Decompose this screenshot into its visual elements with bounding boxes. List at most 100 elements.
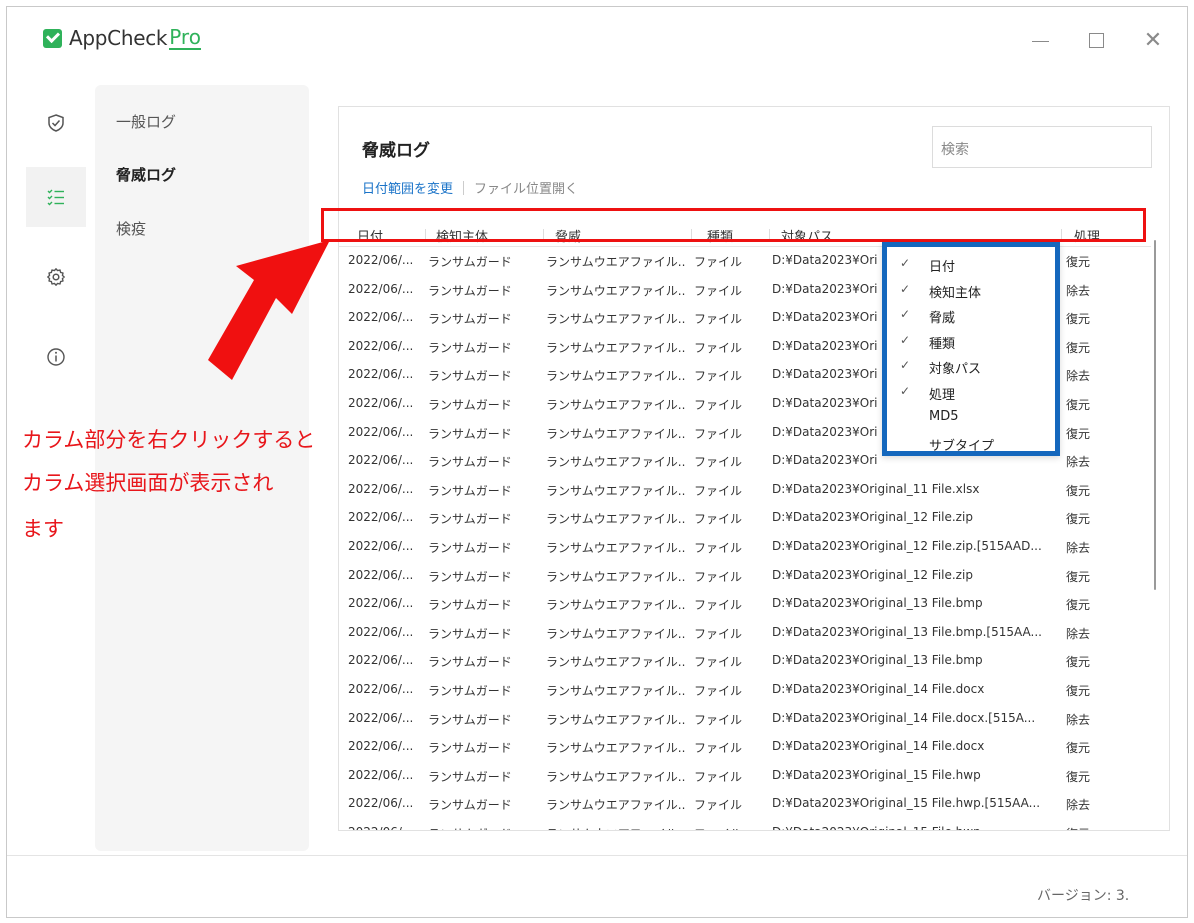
cell-date: 2022/06/... [348,767,414,782]
table-row[interactable]: 2022/06/...ランサムガードランサムウエアファイル...ファイルD:¥D… [339,619,1139,646]
cell-threat: ランサムウエアファイル... [546,626,686,641]
cell-path: D:¥Data2023¥Original_13 File.bmp.[515AA.… [772,624,1042,639]
table-row[interactable]: 2022/06/...ランサムガードランサムウエアファイル...ファイルD:¥D… [339,504,1139,531]
close-icon: ✕ [1143,28,1163,53]
cell-threat: ランサムウエアファイル... [546,798,686,813]
cell-type: ファイル [694,769,743,784]
cell-action: 復元 [1066,483,1091,498]
table-row[interactable]: 2022/06/...ランサムガードランサムウエアファイル...ファイルD:¥D… [339,533,1139,560]
cell-action: 復元 [1066,398,1091,412]
table-row[interactable]: 2022/06/...ランサムガードランサムウエアファイル...ファイルD:¥D… [339,476,1139,503]
checkmark-icon: ✓ [900,383,911,398]
cell-type: ファイル [694,398,743,412]
cell-type: ファイル [694,340,743,355]
cell-date: 2022/06/... [348,596,414,611]
cell-type: ファイル [694,569,743,584]
cell-path: D:¥Data2023¥Original_12 File.zip.[515AAD… [772,539,1042,553]
cell-date: 2022/06/... [348,424,414,439]
cell-threat: ランサムウエアファイル... [546,712,686,727]
app-name-suffix: Pro [169,25,201,50]
table-row[interactable]: 2022/06/...ランサムガードランサムウエアファイル...ファイルD:¥D… [339,790,1139,817]
checkmark-icon: ✓ [900,281,911,296]
maximize-icon [1089,33,1104,48]
annotation-line-1: カラム部分を右クリックすると [22,428,316,452]
cell-threat: ランサムウエアファイル... [546,312,686,327]
cell-type: ファイル [694,369,743,384]
cell-type: ファイル [694,483,743,498]
menu-item-column[interactable]: ✓ 対象パス [887,355,1055,379]
table-row[interactable]: 2022/06/...ランサムガードランサムウエアファイル...ファイルD:¥D… [339,819,1139,830]
cell-date: 2022/06/... [348,281,414,296]
cell-action: 復元 [1066,312,1091,327]
rail-item-settings[interactable] [26,247,86,307]
table-row[interactable]: 2022/06/...ランサムガードランサムウエアファイル...ファイルD:¥D… [339,590,1139,617]
cell-path: D:¥Data2023¥Original_13 File.bmp [772,653,983,668]
change-date-range-link[interactable]: 日付範囲を変更 [362,178,453,197]
menu-item-column[interactable]: ✓ 種類 [887,330,1055,354]
cell-detector: ランサムガード [428,684,512,698]
cell-date: 2022/06/... [348,367,414,382]
cell-action: 除去 [1066,455,1091,470]
checkmark-icon: ✓ [900,332,911,347]
menu-item-label: 脅威 [929,311,956,326]
cell-date: 2022/06/... [348,453,414,468]
cell-action: 復元 [1066,512,1091,527]
cell-detector: ランサムガード [428,798,512,813]
cell-date: 2022/06/... [348,796,414,811]
menu-item-column[interactable]: サブタイプ [887,432,1055,456]
cell-date: 2022/06/... [348,481,414,496]
cell-detector: ランサムガード [428,569,512,584]
rail-item-protection[interactable] [26,93,86,153]
cell-path: D:¥Data2023¥Original_12 File.zip [772,567,973,582]
page-title: 脅威ログ [362,141,430,161]
maximize-button[interactable] [1085,29,1109,53]
cell-action: 復元 [1066,769,1091,784]
menu-item-label: MD5 [929,409,959,424]
checkmark-icon: ✓ [900,358,911,372]
cell-date: 2022/06/... [348,825,428,830]
cell-detector: ランサムガード [428,741,512,756]
rail-item-logs[interactable] [26,167,86,227]
table-row[interactable]: 2022/06/...ランサムガードランサムウエアファイル...ファイルD:¥D… [339,762,1139,789]
cell-detector: ランサムガード [428,426,512,441]
cell-type: ファイル [694,512,743,527]
menu-item-column[interactable]: ✓ 日付 [887,253,1055,277]
cell-type: ファイル [694,626,743,641]
annotation-arrow-icon [208,240,330,380]
menu-item-column[interactable]: MD5 [887,406,1055,430]
cell-path: D:¥Data2023¥Original_15 File.hwp [772,825,1062,830]
open-file-location-link[interactable]: ファイル位置開く [474,178,578,197]
table-row[interactable]: 2022/06/...ランサムガードランサムウエアファイル...ファイルD:¥D… [339,647,1139,674]
cell-action: 復元 [1066,684,1091,698]
menu-item-label: 処理 [929,387,956,403]
minimize-button[interactable] [1029,29,1053,53]
title-bar: AppCheck Pro ✕ [7,7,1187,79]
subnav-item-threat-log[interactable]: 脅威ログ [116,164,176,185]
cell-date: 2022/06/... [348,338,414,353]
vertical-scrollbar[interactable] [1154,240,1156,590]
table-row[interactable]: 2022/06/...ランサムガードランサムウエアファイル...ファイルD:¥D… [339,733,1139,760]
subnav-item-general-log[interactable]: 一般ログ [116,111,176,132]
menu-item-column[interactable]: ✓ 検知主体 [887,279,1055,303]
checkmark-icon: ✓ [900,256,911,270]
cell-type: ファイル [694,312,743,327]
search-input[interactable]: 検索 [932,126,1152,168]
table-row[interactable]: 2022/06/...ランサムガードランサムウエアファイル...ファイルD:¥D… [339,676,1139,703]
cell-date: 2022/06/... [348,253,414,267]
cell-detector: ランサムガード [428,369,512,384]
menu-item-column[interactable]: ✓ 処理 [887,381,1055,405]
cell-threat: ランサムウエアファイル... [546,569,686,584]
close-button[interactable]: ✕ [1141,29,1165,53]
cell-type: ファイル [694,426,743,441]
cell-threat: ランサムウエアファイル... [546,684,686,698]
cell-detector: ランサムガード [428,312,512,327]
table-row[interactable]: 2022/06/...ランサムガードランサムウエアファイル...ファイルD:¥D… [339,705,1139,732]
cell-detector: ランサムガード [428,255,512,269]
cell-action: 除去 [1066,798,1091,813]
subnav-item-quarantine[interactable]: 検疫 [116,218,146,239]
table-row[interactable]: 2022/06/...ランサムガードランサムウエアファイル...ファイルD:¥D… [339,562,1139,589]
cell-action: 復元 [1066,655,1091,670]
cell-action: 復元 [1066,598,1091,613]
menu-item-column[interactable]: ✓ 脅威 [887,304,1055,328]
rail-item-info[interactable] [26,327,86,387]
